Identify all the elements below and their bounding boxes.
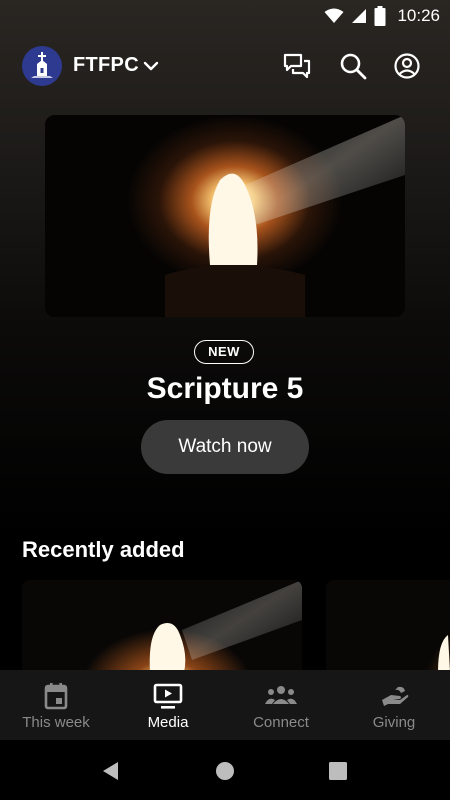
- status-time: 10:26: [397, 6, 440, 25]
- nav-label: Media: [147, 714, 189, 731]
- account-icon[interactable]: [392, 51, 422, 81]
- nav-item-giving[interactable]: Giving: [338, 670, 450, 740]
- status-icons: 10:26: [324, 5, 440, 27]
- back-button[interactable]: [100, 760, 122, 782]
- media-card[interactable]: [22, 580, 302, 672]
- giving-hand-icon: [382, 686, 409, 706]
- new-badge: NEW: [194, 340, 254, 364]
- status-bar: 10:26: [0, 0, 450, 32]
- home-button[interactable]: [214, 760, 236, 782]
- watch-now-button[interactable]: Watch now: [141, 420, 309, 474]
- search-icon[interactable]: [338, 51, 368, 81]
- nav-label: Giving: [372, 714, 416, 731]
- tv-play-icon: [153, 683, 183, 709]
- nav-item-this-week[interactable]: This week: [0, 670, 112, 740]
- org-name[interactable]: FTFPC: [73, 54, 139, 77]
- nav-label: Connect: [253, 714, 309, 731]
- chevron-down-icon[interactable]: [142, 57, 160, 75]
- media-card[interactable]: [326, 580, 450, 672]
- system-navigation: [0, 740, 450, 800]
- battery-icon: [374, 6, 386, 26]
- recently-added-title: Recently added: [22, 537, 185, 562]
- chat-icon[interactable]: [282, 51, 312, 81]
- church-logo[interactable]: [22, 46, 62, 86]
- hero-title: Scripture 5: [146, 372, 304, 405]
- nav-item-media[interactable]: Media: [112, 670, 224, 740]
- hero-image[interactable]: [45, 115, 405, 317]
- signal-icon: [352, 9, 367, 23]
- bottom-navigation: This week Media Connect Giving: [0, 670, 450, 740]
- nav-item-connect[interactable]: Connect: [225, 670, 337, 740]
- recents-button[interactable]: [327, 760, 349, 782]
- wifi-icon: [324, 8, 344, 23]
- nav-label: This week: [22, 714, 90, 731]
- app-header: FTFPC: [0, 44, 450, 88]
- people-icon: [265, 686, 297, 704]
- calendar-icon: [44, 683, 68, 710]
